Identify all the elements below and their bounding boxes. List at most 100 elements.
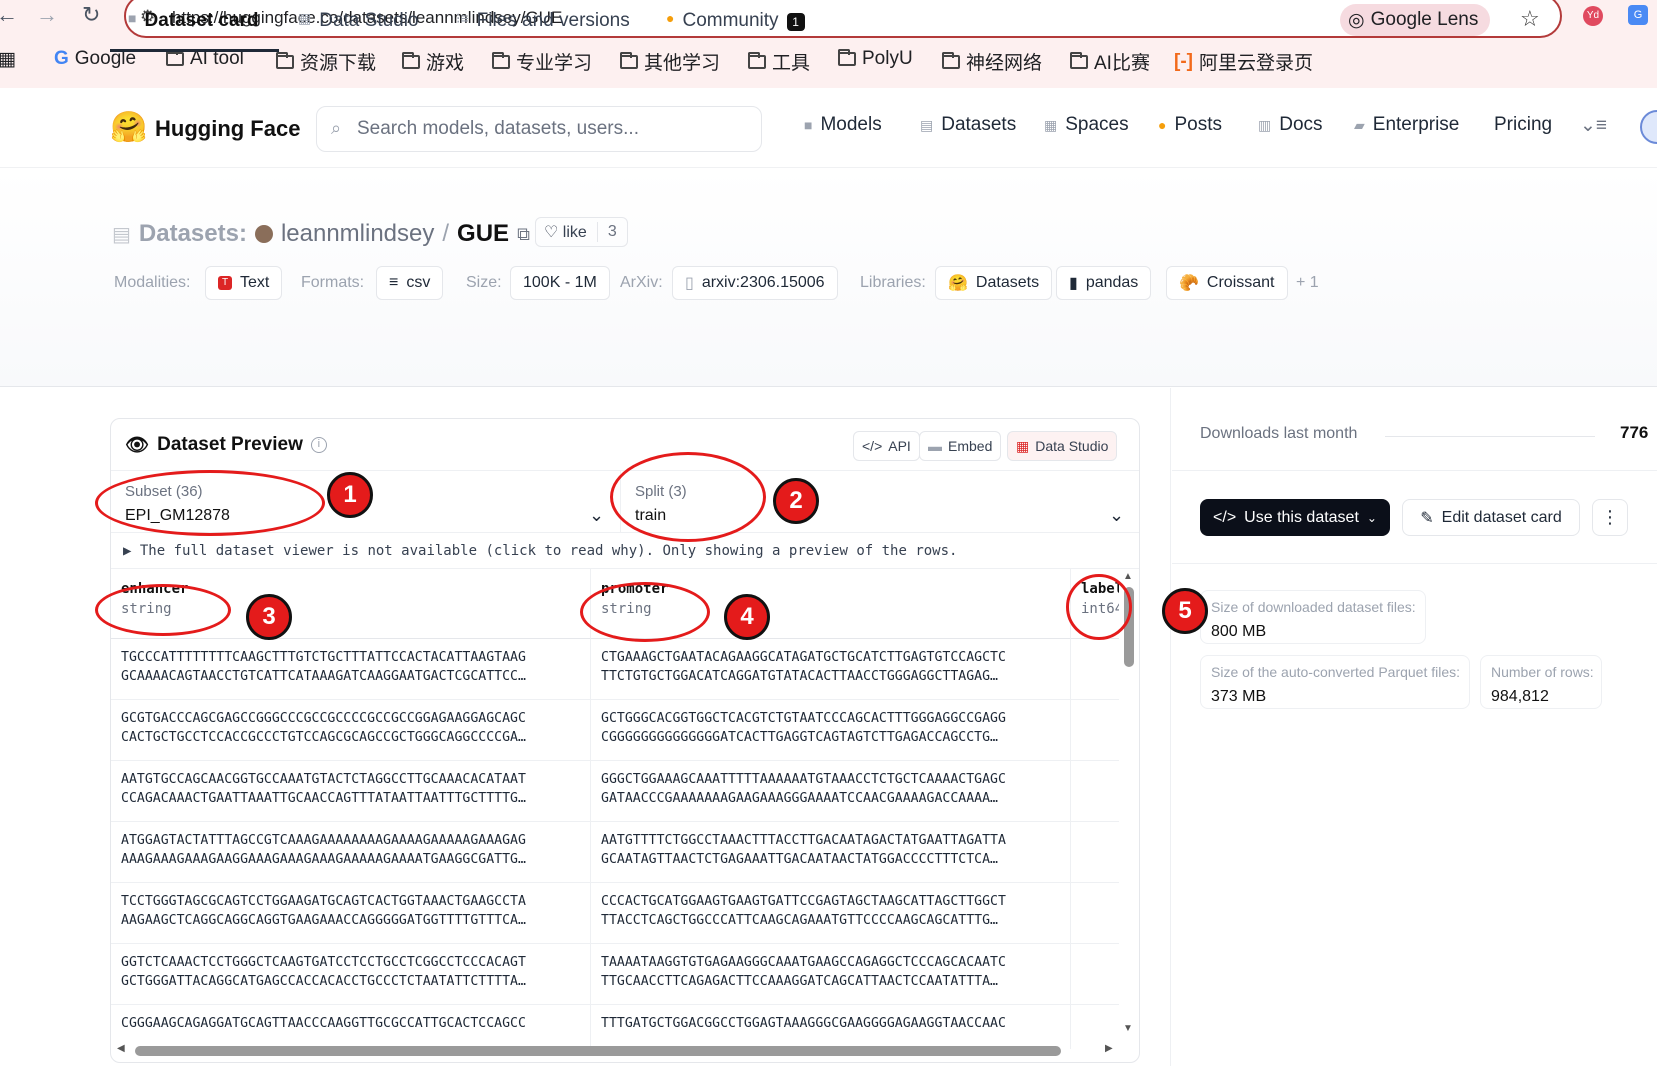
bookmark-label: PolyU — [862, 48, 913, 69]
google-lens-button[interactable]: ◎ Google Lens — [1340, 4, 1491, 36]
table-cell-promoter[interactable]: CTGAAAGCTGAATACAGAAGGCATAGATGCTGCATCTTGA… — [591, 639, 1071, 700]
column-header-promoter[interactable]: promoter string — [591, 569, 1071, 639]
datasets-label[interactable]: Datasets: — [139, 220, 247, 248]
bookmark-folder[interactable]: PolyU — [838, 48, 913, 70]
table-cell-promoter[interactable]: CCCACTGCATGGAAGTGAAGTGATTCCGAGTAGCTAAGCA… — [591, 883, 1071, 944]
tab-files-and-versions[interactable]: ⁝≡ Files and versions — [456, 0, 630, 52]
table-cell-label[interactable]: 0 — [1071, 944, 1119, 1005]
bookmark-folder[interactable]: 游戏 — [402, 48, 464, 75]
table-cell-promoter[interactable]: AATGTTTTCTGGCCTAAACTTTACCTTGACAATAGACTAT… — [591, 822, 1071, 883]
table-cell-enhancer[interactable]: TGCCCATTTTTTTTCAAGCTTTGTCTGCTTTATTCCACTA… — [111, 639, 591, 700]
size-chip[interactable]: 100K - 1M — [510, 266, 610, 300]
forward-arrow-icon[interactable]: → — [36, 2, 58, 28]
table-row[interactable]: TCCTGGGTAGCGCAGTCCTGGAAGATGCAGTCACTGGTAA… — [111, 883, 1119, 944]
scroll-thumb[interactable] — [135, 1046, 1061, 1056]
datasets-lib-icon: 🤗 — [948, 275, 968, 292]
back-arrow-icon[interactable]: ← — [0, 2, 18, 28]
arxiv-chip[interactable]: ▯ arxiv:2306.15006 — [672, 266, 838, 300]
column-header-label[interactable]: label int64 — [1071, 569, 1119, 639]
bookmark-folder[interactable]: 资源下载 — [276, 48, 376, 75]
bookmark-folder[interactable]: AI比赛 — [1070, 48, 1150, 75]
table-cell-promoter[interactable]: GCTGGGCACGGTGGCTCACGTCTGTAATCCCAGCACTTTG… — [591, 700, 1071, 761]
table-cell-enhancer[interactable]: TCCTGGGTAGCGCAGTCCTGGAAGATGCAGTCACTGGTAA… — [111, 883, 591, 944]
bookmark-folder[interactable]: 神经网络 — [942, 48, 1042, 75]
brand-name[interactable]: Hugging Face — [155, 116, 300, 142]
owner-avatar[interactable] — [254, 225, 273, 243]
dataset-owner[interactable]: leannmlindsey — [281, 220, 434, 248]
table-cell-enhancer[interactable]: GGTCTCAAACTCCTGGGCTCAAGTGATCCTCCTGCCTCGG… — [111, 944, 591, 1005]
preview-header: 👁 Dataset Preview i </> API ▬ Embed ▦ Data … — [111, 419, 1139, 471]
column-header-enhancer[interactable]: enhancer string — [111, 569, 591, 639]
more-options-button[interactable]: ⋮ — [1592, 499, 1628, 536]
reload-icon[interactable]: ↻ — [82, 2, 100, 28]
scroll-right-icon[interactable]: ▶ — [1105, 1043, 1113, 1054]
nav-docs[interactable]: ▥ Docs — [1258, 114, 1323, 136]
library-chip[interactable]: ▮ pandas — [1056, 266, 1152, 300]
scroll-up-icon[interactable]: ▲ — [1123, 571, 1133, 582]
library-chip[interactable]: 🤗 Datasets — [935, 266, 1053, 300]
sequence-line: TCCTGGGTAGCGCAGTCCTGGAAGATGCAGTCACTGGTAA… — [121, 894, 526, 909]
info-icon[interactable]: i — [310, 437, 327, 453]
more-menu-icon[interactable]: ⌄≡ — [1580, 114, 1607, 137]
table-cell-label[interactable]: 1 — [1071, 822, 1119, 883]
column-name: enhancer — [121, 581, 189, 597]
table-cell-enhancer[interactable]: GCGTGACCCAGCGAGCCGGGCCCGCCGCCCCGCCGCCGGA… — [111, 700, 591, 761]
nav-pricing[interactable]: Pricing — [1494, 114, 1552, 136]
tab-data-studio[interactable]: ▦ Data Studio — [298, 0, 419, 52]
apps-grid-icon[interactable]: ▦ — [0, 48, 16, 71]
user-avatar[interactable] — [1640, 110, 1657, 144]
tab-dataset-card[interactable]: ■ Dataset card — [110, 0, 279, 52]
use-this-dataset-button[interactable]: </> Use this dataset ⌄ — [1200, 499, 1390, 536]
modality-chip[interactable]: T Text — [205, 266, 283, 300]
viewer-notice[interactable]: ▶ The full dataset viewer is not availab… — [111, 535, 1139, 569]
like-button[interactable]: ♡ like 3 — [535, 217, 628, 247]
folder-icon — [276, 51, 294, 69]
table-row[interactable]: GCGTGACCCAGCGAGCCGGGCCCGCCGCCCCGCCGCCGGA… — [111, 700, 1119, 761]
table-cell-label[interactable]: 0 — [1071, 700, 1119, 761]
scroll-down-icon[interactable]: ▼ — [1123, 1023, 1133, 1034]
table-row[interactable]: ATGGAGTACTATTTAGCCGTCAAAGAAAAAAAAGAAAAGA… — [111, 822, 1119, 883]
stat-value: 800 MB — [1211, 623, 1267, 640]
vertical-scrollbar[interactable]: ▲ ▼ — [1119, 569, 1139, 1039]
nav-models[interactable]: ■ Models — [804, 114, 882, 136]
search-input[interactable] — [357, 115, 747, 143]
bookmark-aliyun[interactable]: [-] 阿里云登录页 — [1174, 48, 1313, 75]
table-cell-label[interactable]: 0 — [1071, 883, 1119, 944]
bookmark-folder[interactable]: 工具 — [748, 48, 810, 75]
table-cell-enhancer[interactable]: AATGTGCCAGCAACGGTGCCAAATGTACTCTAGGCCTTGC… — [111, 761, 591, 822]
split-select[interactable]: Split (3) train ⌄ — [621, 471, 1139, 533]
table-cell-label[interactable]: 1 — [1071, 639, 1119, 700]
copy-icon[interactable]: ⧉ — [517, 224, 530, 245]
tab-community[interactable]: ● Community 1 — [666, 0, 805, 52]
dataset-name[interactable]: GUE — [457, 220, 509, 248]
extension-icon[interactable]: Yd — [1583, 6, 1603, 26]
data-studio-button[interactable]: ▦ Data Studio — [1007, 431, 1118, 461]
table-row[interactable]: TGCCCATTTTTTTTCAAGCTTTGTCTGCTTTATTCCACTA… — [111, 639, 1119, 700]
bookmark-star-icon[interactable]: ☆ — [1520, 6, 1540, 32]
embed-button[interactable]: ▬ Embed — [919, 431, 1002, 461]
nav-enterprise[interactable]: ▰ Enterprise — [1354, 114, 1459, 136]
format-chip[interactable]: ≡ csv — [376, 266, 444, 300]
table-cell-promoter[interactable]: TAAAATAAGGTGTGAGAAGGGCAAATGAAGCCAGAGGCTC… — [591, 944, 1071, 1005]
more-libraries[interactable]: + 1 — [1296, 266, 1319, 300]
scroll-thumb[interactable] — [1124, 587, 1134, 667]
search-box[interactable]: ⌕ — [316, 106, 762, 152]
table-row[interactable]: GGTCTCAAACTCCTGGGCTCAAGTGATCCTCCTGCCTCGG… — [111, 944, 1119, 1005]
edit-dataset-card-button[interactable]: ✎ Edit dataset card — [1402, 499, 1580, 536]
nav-spaces[interactable]: ▦ Spaces — [1044, 114, 1129, 136]
api-button[interactable]: </> API — [853, 431, 920, 461]
table-row[interactable]: AATGTGCCAGCAACGGTGCCAAATGTACTCTAGGCCTTGC… — [111, 761, 1119, 822]
nav-datasets[interactable]: ▤ Datasets — [920, 114, 1016, 136]
table-cell-enhancer[interactable]: ATGGAGTACTATTTAGCCGTCAAAGAAAAAAAAGAAAAGA… — [111, 822, 591, 883]
library-chip[interactable]: 🥐 Croissant — [1166, 266, 1288, 300]
hugging-face-logo-icon[interactable]: 🤗 — [110, 110, 147, 145]
nav-posts[interactable]: ● Posts — [1158, 114, 1222, 136]
table-cell-label[interactable]: 1 — [1071, 761, 1119, 822]
bookmark-folder[interactable]: 其他学习 — [620, 48, 720, 75]
translate-extension-icon[interactable]: G — [1628, 5, 1648, 25]
table-cell-promoter[interactable]: GGGCTGGAAAGCAAATTTTTAAAAAATGTAAACCTCTGCT… — [591, 761, 1071, 822]
scroll-left-icon[interactable]: ◀ — [117, 1043, 125, 1054]
search-icon: ⌕ — [331, 118, 342, 138]
bookmark-folder[interactable]: 专业学习 — [492, 48, 592, 75]
horizontal-scrollbar[interactable]: ◀ ▶ — [111, 1041, 1119, 1061]
